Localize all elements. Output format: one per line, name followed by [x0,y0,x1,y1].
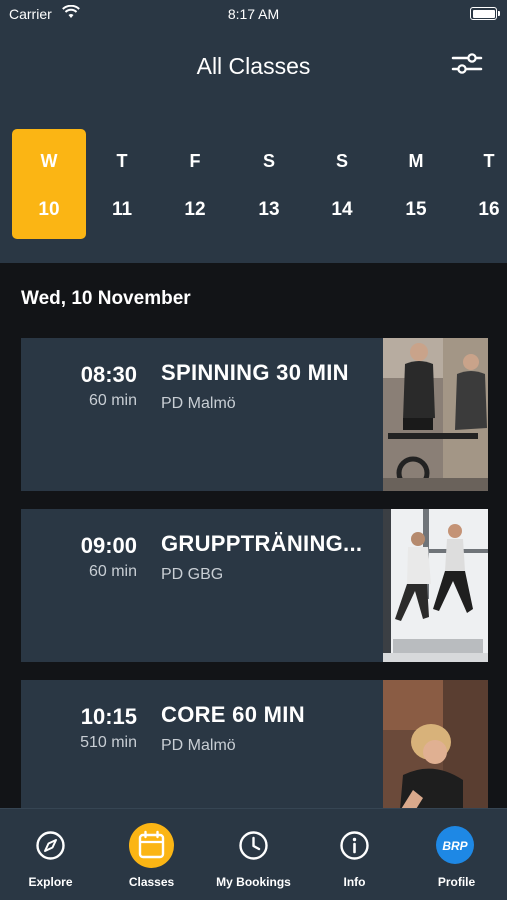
brp-logo: BRP [436,826,474,864]
day-item-thu-11[interactable]: T 11 [85,129,159,239]
class-location: PD Malmö [161,395,236,412]
day-item-tue-16[interactable]: T 16 [452,129,507,239]
day-number: 16 [478,199,500,220]
class-card[interactable]: 08:30 60 min SPINNING 30 MIN PD Malmö [21,338,488,491]
tab-profile[interactable]: BRP Profile [406,809,507,900]
brp-logo-text: BRP [442,839,468,853]
class-duration: 60 min [88,563,137,580]
class-name: CORE 60 MIN [161,702,305,727]
tab-label: Profile [437,875,476,889]
day-letter: W [40,151,58,171]
date-heading: Wed, 10 November [21,288,191,309]
day-number: 10 [38,199,60,220]
day-selector: W 10 T 11 F 12 S 13 S 14 M 15 T 16 [12,129,507,241]
sliders-icon[interactable] [451,50,483,78]
status-bar: Carrier 8:17 AM [0,0,507,30]
calendar-icon [129,823,174,868]
class-name: SPINNING 30 MIN [161,360,349,385]
class-duration: 510 min [80,734,137,751]
day-number: 13 [258,199,280,220]
tab-my-bookings[interactable]: My Bookings [203,809,304,900]
day-item-mon-15[interactable]: M 15 [379,129,453,239]
tab-explore[interactable]: Explore [0,809,101,900]
group-training-photo [383,509,488,662]
day-item-wed-10[interactable]: W 10 [12,129,86,239]
tab-label: My Bookings [216,875,291,889]
day-letter: S [262,151,275,171]
tab-classes[interactable]: Classes [101,809,202,900]
tab-bar: Explore Classes My Bookings Info BRP Pro… [0,808,507,900]
class-duration: 60 min [88,392,137,409]
class-location: PD Malmö [161,737,236,754]
day-letter: T [116,151,128,171]
clock-icon [239,831,268,860]
day-item-sat-13[interactable]: S 13 [232,129,306,239]
class-card[interactable]: 09:00 60 min GRUPPTRÄNING... PD GBG [21,509,488,662]
tab-label: Info [343,875,366,889]
tab-label: Explore [28,875,73,889]
day-number: 14 [331,199,353,220]
header-area: Carrier 8:17 AM All Classes W 10 T 11 F … [0,0,507,263]
day-number: 11 [111,199,133,220]
page-title: All Classes [196,53,311,79]
day-letter: M [408,151,424,171]
tab-label: Classes [128,875,175,889]
day-item-fri-12[interactable]: F 12 [158,129,232,239]
class-time: 10:15 [80,704,137,729]
spinning-photo [383,338,488,491]
battery-icon [470,7,500,20]
class-location: PD GBG [161,566,224,583]
day-number: 15 [405,199,427,220]
clock-label: 8:17 AM [227,6,280,22]
class-time: 08:30 [80,362,137,387]
day-letter: T [483,151,495,171]
info-icon [340,831,369,860]
class-time: 09:00 [80,533,137,558]
day-number: 12 [184,199,206,220]
day-letter: F [189,151,201,171]
class-name: GRUPPTRÄNING... [161,531,363,556]
day-item-sun-14[interactable]: S 14 [305,129,379,239]
day-letter: S [335,151,348,171]
tab-info[interactable]: Info [304,809,405,900]
compass-icon [36,831,65,860]
